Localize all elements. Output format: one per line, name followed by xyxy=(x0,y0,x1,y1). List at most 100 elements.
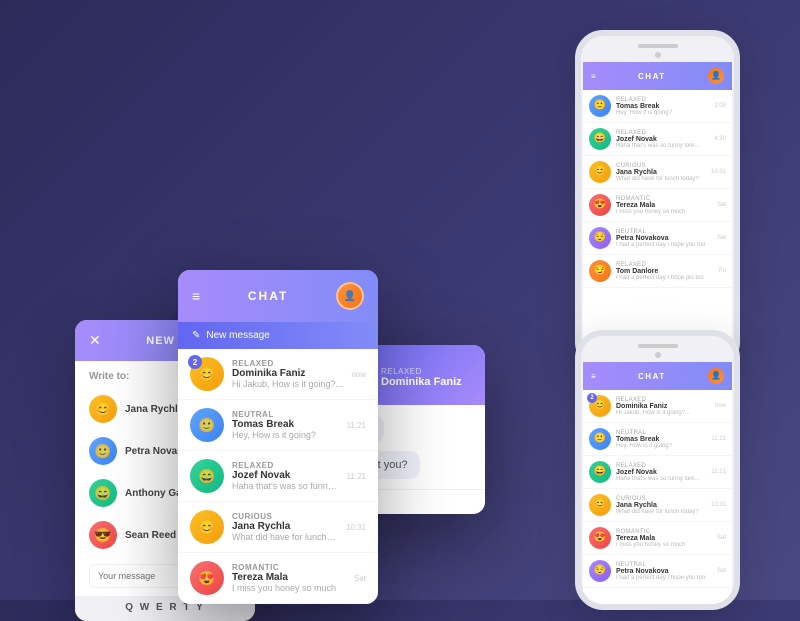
mini-avatar: 🙂 xyxy=(589,95,611,117)
mini-chat-title-bottom: CHAT xyxy=(638,372,666,381)
mini-chat-item[interactable]: 😊 CURIOUS Jana Rychla What did have for … xyxy=(583,489,732,522)
contact-name: Jana Rychla xyxy=(125,404,183,415)
mini-message-time: Sat xyxy=(717,535,726,541)
mini-chat-item[interactable]: 🙂 RELAXED Tomas Break Hey, How it is goi… xyxy=(583,90,732,123)
contact-name: Jana Rychla xyxy=(232,521,338,532)
message-preview: I miss you honey so much xyxy=(232,583,346,593)
avatar: 😄 xyxy=(190,459,224,493)
chat-info: CURIOUS Jana Rychla What did have for lu… xyxy=(232,512,338,542)
mood-tag: RELAXED xyxy=(381,367,462,376)
mini-message-time: 11:21 xyxy=(711,436,726,442)
mini-contact-name: Dominika Faniz xyxy=(616,403,710,410)
contact-name: Tomas Break xyxy=(232,419,339,430)
message-time: Sat xyxy=(354,574,366,583)
message-preview: Haha that's was so funny lore... xyxy=(232,481,339,491)
phone-mockup-top: ≡ CHAT 👤 🙂 RELAXED Tomas Break Hey, How … xyxy=(575,30,740,370)
user-avatar[interactable]: 👤 xyxy=(336,282,364,310)
mini-chat-item[interactable]: 😍 ROMANTIC Tereza Mala I miss you honey … xyxy=(583,522,732,555)
chat-info: ROMANTIC Tereza Mala I miss you honey so… xyxy=(232,563,346,593)
message-preview: Hey, How is it going? xyxy=(232,430,339,440)
mini-message-preview: I had a perfect day I hope you too xyxy=(616,575,712,581)
phone-camera xyxy=(655,352,661,358)
mini-contact-name: Tomas Break xyxy=(616,436,706,443)
chat-info: RELAXED Jozef Novak Haha that's was so f… xyxy=(232,461,339,491)
mini-chat-item[interactable]: 😊 CURIOUS Jana Rychla What did have for … xyxy=(583,156,732,189)
mini-user-avatar: 👤 xyxy=(708,68,724,84)
mini-message-preview: Haha that's was so funny lore... xyxy=(616,476,706,482)
mini-chat-item[interactable]: 😊 2 RELAXED Dominika Faniz Hi Jakub, How… xyxy=(583,390,732,423)
mini-contact-name: Jozef Novak xyxy=(616,469,706,476)
mini-chat-title: CHAT xyxy=(638,72,666,81)
phone-speaker xyxy=(638,44,678,48)
contact-name: Sean Reed xyxy=(125,530,176,541)
close-icon[interactable]: ✕ xyxy=(89,332,101,349)
mini-chat-header: ≡ CHAT 👤 xyxy=(583,62,732,90)
mini-chat-item[interactable]: 😄 RELAXED Jozef Novak Haha that's was so… xyxy=(583,123,732,156)
avatar: 😎 xyxy=(89,521,117,549)
mini-avatar: 😌 xyxy=(589,227,611,249)
mini-chat-info: RELAXED Tomas Break Hey, How it is going… xyxy=(616,97,709,116)
mini-message-time: 1:00 xyxy=(714,103,726,109)
mini-avatar: 😄 xyxy=(589,128,611,150)
chat-list-item[interactable]: 🙂 NEUTRAL Tomas Break Hey, How is it goi… xyxy=(178,400,378,451)
mini-chat-info: NEUTRAL Tomas Break Hey, How is it going… xyxy=(616,430,706,449)
mini-avatar: 🙂 xyxy=(589,428,611,450)
chat-list: 😊 2 RELAXED Dominika Faniz Hi Jakub, How… xyxy=(178,349,378,604)
mini-avatar: 😊 xyxy=(589,494,611,516)
mini-contact-name: Jozef Novak xyxy=(616,136,709,143)
mini-chat-info: NEUTRAL Petra Novakova I had a perfect d… xyxy=(616,562,712,581)
mini-chat-info: RELAXED Jozef Novak Haha that's was so f… xyxy=(616,463,706,482)
mini-message-time: now xyxy=(715,403,726,409)
mini-contact-name: Tomas Break xyxy=(616,103,709,110)
chat-list-item[interactable]: 😍 ROMANTIC Tereza Mala I miss you honey … xyxy=(178,553,378,604)
avatar-wrap: 😍 xyxy=(190,561,224,595)
mini-chat-item[interactable]: 😌 NEUTRAL Petra Novakova I had a perfect… xyxy=(583,555,732,588)
mini-chat-item[interactable]: 🙂 NEUTRAL Tomas Break Hey, How is it goi… xyxy=(583,423,732,456)
avatar-wrap: 😊 2 xyxy=(190,357,224,391)
mini-contact-name: Tereza Mala xyxy=(616,535,712,542)
chat-panel-header: ≡ CHAT 👤 xyxy=(178,270,378,322)
chat-partner-name: Dominika Faniz xyxy=(381,376,462,388)
message-time: 10:31 xyxy=(346,523,366,532)
mini-contact-name: Jana Rychla xyxy=(616,502,706,509)
chat-title: CHAT xyxy=(248,289,288,303)
mini-chat-item[interactable]: 😍 ROMANTIC Tereza Mala I miss you honey … xyxy=(583,189,732,222)
mini-contact-name: Petra Novakova xyxy=(616,568,712,575)
message-preview: What did have for lunch today? xyxy=(232,532,338,542)
chat-list-item[interactable]: 😊 CURIOUS Jana Rychla What did have for … xyxy=(178,502,378,553)
mini-avatar: 😌 xyxy=(589,560,611,582)
mood-tag: RELAXED xyxy=(232,359,343,368)
menu-icon[interactable]: ≡ xyxy=(192,288,200,304)
mini-chat-info: CURIOUS Jana Rychla What did have for lu… xyxy=(616,496,706,515)
message-time: 11:21 xyxy=(347,472,366,481)
chat-panel: ≡ CHAT 👤 ✎ New message 😊 2 RELAXED Domin… xyxy=(178,270,378,604)
mini-message-preview: I had a perfect day I hope you too xyxy=(616,242,712,248)
mini-chat-info: RELAXED Dominika Faniz Hi Jakub, How is … xyxy=(616,397,710,416)
mini-message-preview: Hey, How it is going? xyxy=(616,110,709,116)
mini-menu-icon: ≡ xyxy=(591,72,596,81)
mini-avatar: 😄 xyxy=(589,461,611,483)
mini-chat-info: RELAXED Tom Danlore I had a perfect day … xyxy=(616,262,714,281)
chat-list-item[interactable]: 😊 2 RELAXED Dominika Faniz Hi Jakub, How… xyxy=(178,349,378,400)
mood-tag: RELAXED xyxy=(232,461,339,470)
mini-chat-info: ROMANTIC Tereza Mala I miss you honey so… xyxy=(616,196,712,215)
avatar: 😊 xyxy=(89,395,117,423)
mini-avatar: 😍 xyxy=(589,527,611,549)
mini-chat-item[interactable]: 😌 NEUTRAL Petra Novakova I had a perfect… xyxy=(583,222,732,255)
mini-message-preview: I miss you honey so much xyxy=(616,209,712,215)
mini-avatar: 😏 xyxy=(589,260,611,282)
chat-list-item[interactable]: 😄 RELAXED Jozef Novak Haha that's was so… xyxy=(178,451,378,502)
mini-message-preview: I miss you honey so much xyxy=(616,542,712,548)
mini-chat-item[interactable]: 😏 RELAXED Tom Danlore I had a perfect da… xyxy=(583,255,732,288)
mini-message-time: Fri xyxy=(719,268,726,274)
mini-message-preview: Hi Jakub, How is it going?... xyxy=(616,410,710,416)
chat-info: NEUTRAL Tomas Break Hey, How is it going… xyxy=(232,410,339,440)
new-message-button[interactable]: ✎ New message xyxy=(178,322,378,349)
phone-speaker xyxy=(638,344,678,348)
mini-chat-item[interactable]: 😄 RELAXED Jozef Novak Haha that's was so… xyxy=(583,456,732,489)
phone-screen-bottom: ≡ CHAT 👤 😊 2 RELAXED Dominika Faniz Hi J… xyxy=(583,362,732,604)
mini-message-time: 4:30 xyxy=(714,136,726,142)
mini-chat-info: CURIOUS Jana Rychla What did have for lu… xyxy=(616,163,706,182)
mini-message-time: 11:21 xyxy=(711,469,726,475)
contact-name: Jozef Novak xyxy=(232,470,339,481)
